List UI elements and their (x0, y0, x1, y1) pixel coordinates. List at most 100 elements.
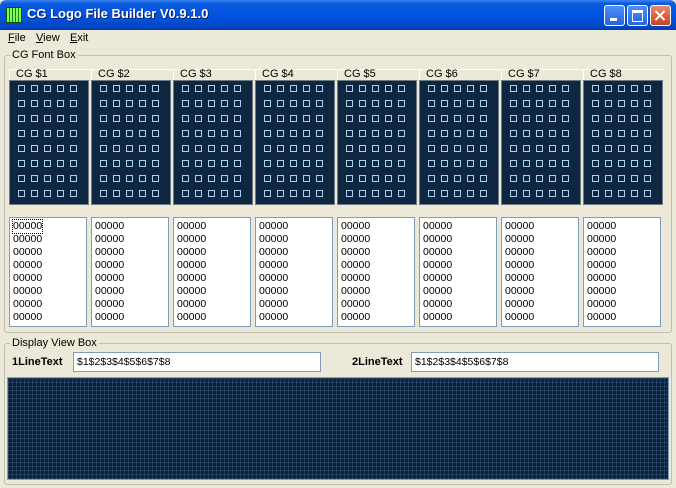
pixel-cell[interactable] (126, 100, 133, 107)
code-line[interactable]: 00000 (341, 259, 370, 272)
pixel-cell[interactable] (221, 160, 228, 167)
pixel-cell[interactable] (303, 100, 310, 107)
code-line[interactable]: 00000 (259, 298, 288, 311)
code-line[interactable]: 00000 (505, 272, 534, 285)
pixel-cell[interactable] (221, 85, 228, 92)
pixel-cell[interactable] (523, 85, 530, 92)
pixel-cell[interactable] (18, 115, 25, 122)
pixel-cell[interactable] (221, 175, 228, 182)
pixel-cell[interactable] (549, 115, 556, 122)
pixel-cell[interactable] (510, 160, 517, 167)
pixel-cell[interactable] (316, 100, 323, 107)
pixel-cell[interactable] (44, 130, 51, 137)
pixel-cell[interactable] (18, 145, 25, 152)
pixel-cell[interactable] (234, 160, 241, 167)
pixel-cell[interactable] (57, 190, 64, 197)
pixel-cell[interactable] (277, 130, 284, 137)
pixel-cell[interactable] (195, 190, 202, 197)
code-line[interactable]: 00000 (177, 233, 206, 246)
code-line[interactable]: 00000 (177, 220, 206, 233)
pixel-cell[interactable] (536, 145, 543, 152)
code-line[interactable]: 00000 (13, 298, 42, 311)
code-line[interactable]: 00000 (505, 285, 534, 298)
pixel-cell[interactable] (70, 175, 77, 182)
pixel-cell[interactable] (644, 190, 651, 197)
pixel-cell[interactable] (113, 145, 120, 152)
pixel-cell[interactable] (316, 85, 323, 92)
close-button[interactable] (650, 5, 671, 26)
pixel-cell[interactable] (480, 145, 487, 152)
code-line[interactable]: 00000 (505, 246, 534, 259)
pixel-cell[interactable] (467, 130, 474, 137)
pixel-cell[interactable] (277, 175, 284, 182)
pixel-cell[interactable] (510, 175, 517, 182)
pixel-cell[interactable] (346, 85, 353, 92)
pixel-cell[interactable] (70, 190, 77, 197)
pixel-cell[interactable] (549, 130, 556, 137)
code-line[interactable]: 00000 (259, 311, 288, 324)
pixel-cell[interactable] (631, 130, 638, 137)
pixel-cell[interactable] (372, 85, 379, 92)
code-line[interactable]: 00000 (505, 259, 534, 272)
code-line[interactable]: 00000 (177, 259, 206, 272)
pixel-cell[interactable] (441, 100, 448, 107)
pixel-cell[interactable] (303, 190, 310, 197)
pixel-cell[interactable] (264, 145, 271, 152)
pixel-cell[interactable] (234, 85, 241, 92)
pixel-cell[interactable] (359, 115, 366, 122)
pixel-cell[interactable] (385, 130, 392, 137)
pixel-cell[interactable] (316, 190, 323, 197)
code-line[interactable]: 00000 (13, 285, 42, 298)
code-line[interactable]: 00000 (95, 298, 124, 311)
pixel-cell[interactable] (480, 85, 487, 92)
pixel-cell[interactable] (631, 145, 638, 152)
pixel-cell[interactable] (18, 85, 25, 92)
pixel-cell[interactable] (372, 130, 379, 137)
pixel-cell[interactable] (562, 100, 569, 107)
pixel-cell[interactable] (562, 190, 569, 197)
pixel-cell[interactable] (454, 145, 461, 152)
code-line[interactable]: 00000 (505, 233, 534, 246)
pixel-cell[interactable] (592, 100, 599, 107)
pixel-cell[interactable] (346, 145, 353, 152)
pixel-cell[interactable] (441, 190, 448, 197)
pixel-cell[interactable] (644, 160, 651, 167)
pixel-cell[interactable] (385, 145, 392, 152)
pixel-cell[interactable] (221, 130, 228, 137)
pixel-cell[interactable] (113, 175, 120, 182)
pixel-cell[interactable] (385, 175, 392, 182)
pixel-cell[interactable] (139, 145, 146, 152)
code-line[interactable]: 00000 (423, 233, 452, 246)
pixel-cell[interactable] (618, 175, 625, 182)
pixel-cell[interactable] (618, 190, 625, 197)
code-line[interactable]: 00000 (259, 233, 288, 246)
pixel-cell[interactable] (290, 130, 297, 137)
pixel-cell[interactable] (480, 175, 487, 182)
pixel-cell[interactable] (182, 115, 189, 122)
pixel-cell[interactable] (523, 145, 530, 152)
pixel-cell[interactable] (290, 100, 297, 107)
code-line[interactable]: 00000 (13, 233, 42, 246)
pixel-cell[interactable] (18, 160, 25, 167)
cg-code-list[interactable]: 00000 00000 00000 00000 00000 00000 00000 00000 (91, 217, 169, 327)
code-line[interactable]: 00000 (587, 272, 616, 285)
pixel-cell[interactable] (454, 190, 461, 197)
pixel-cell[interactable] (264, 85, 271, 92)
pixel-cell[interactable] (264, 100, 271, 107)
code-line[interactable]: 00000 (587, 246, 616, 259)
pixel-cell[interactable] (303, 130, 310, 137)
pixel-cell[interactable] (221, 115, 228, 122)
pixel-cell[interactable] (605, 130, 612, 137)
pixel-cell[interactable] (644, 100, 651, 107)
pixel-cell[interactable] (234, 100, 241, 107)
pixel-cell[interactable] (398, 85, 405, 92)
code-line[interactable]: 00000 (95, 246, 124, 259)
pixel-cell[interactable] (113, 190, 120, 197)
pixel-cell[interactable] (195, 85, 202, 92)
pixel-cell[interactable] (467, 190, 474, 197)
code-line[interactable]: 00000 (95, 311, 124, 324)
pixel-cell[interactable] (398, 115, 405, 122)
code-line[interactable]: 00000 (423, 272, 452, 285)
pixel-cell[interactable] (480, 190, 487, 197)
pixel-cell[interactable] (480, 130, 487, 137)
